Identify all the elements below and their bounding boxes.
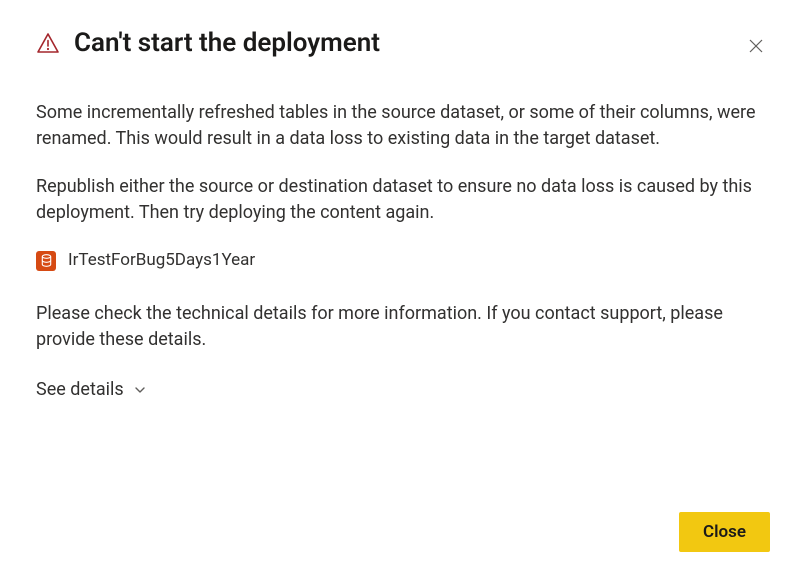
warning-icon	[36, 31, 60, 55]
dialog-footer: Close	[36, 512, 770, 552]
body-paragraph-2: Republish either the source or destinati…	[36, 174, 770, 226]
dataset-name: IrTestForBug5Days1Year	[68, 248, 255, 273]
dialog-body: Some incrementally refreshed tables in t…	[36, 100, 770, 484]
chevron-down-icon	[134, 384, 146, 396]
see-details-toggle[interactable]: See details	[36, 379, 146, 400]
dialog-title: Can't start the deployment	[74, 28, 770, 58]
dataset-icon	[36, 251, 56, 271]
see-details-label: See details	[36, 379, 124, 400]
dataset-item: IrTestForBug5Days1Year	[36, 248, 770, 273]
dialog-header: Can't start the deployment	[36, 28, 770, 58]
close-icon[interactable]	[746, 36, 766, 56]
error-dialog: Can't start the deployment Some incremen…	[0, 0, 806, 580]
close-button[interactable]: Close	[679, 512, 770, 552]
body-paragraph-1: Some incrementally refreshed tables in t…	[36, 100, 770, 152]
body-paragraph-3: Please check the technical details for m…	[36, 301, 770, 353]
